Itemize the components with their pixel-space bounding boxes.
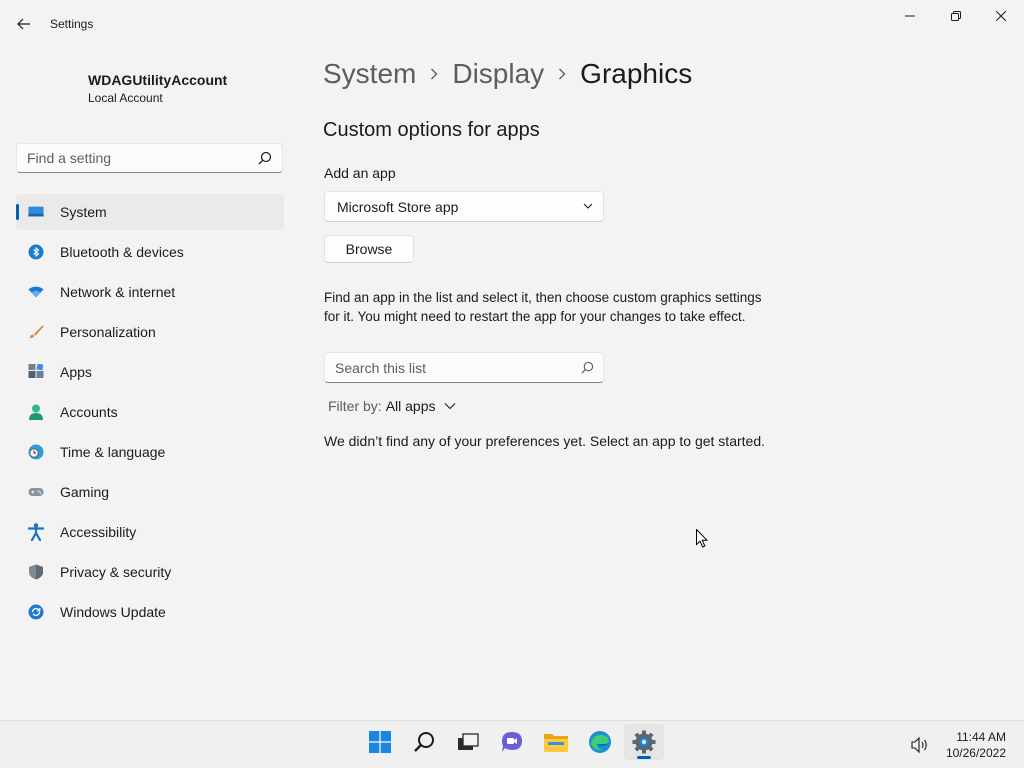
filter-dropdown[interactable]: Filter by: All apps: [328, 398, 456, 414]
apps-icon: [28, 364, 44, 380]
breadcrumb-graphics: Graphics: [580, 58, 693, 89]
breadcrumb-system[interactable]: System: [323, 58, 416, 90]
taskbar-chat-button[interactable]: [492, 724, 532, 760]
chevron-down-icon: [444, 403, 455, 410]
file-explorer-icon: [544, 734, 568, 752]
edge-icon: [589, 731, 611, 753]
sidebar-item-label: System: [60, 204, 107, 220]
taskbar-search-button[interactable]: [404, 724, 444, 760]
accounts-icon: [28, 404, 44, 420]
app-type-dropdown[interactable]: Microsoft Store app: [324, 191, 604, 222]
settings-search-box[interactable]: [16, 143, 283, 173]
sidebar-item-windows-update[interactable]: Windows Update: [16, 594, 284, 630]
taskbar-task-view-button[interactable]: [448, 724, 488, 760]
sidebar-item-gaming[interactable]: Gaming: [16, 474, 284, 510]
profile-name: WDAGUtilityAccount: [88, 72, 228, 88]
wifi-icon: [28, 284, 44, 300]
sidebar-item-label: Time & language: [60, 444, 166, 460]
add-app-label: Add an app: [324, 165, 396, 181]
volume-icon[interactable]: [910, 736, 930, 754]
sidebar-item-bluetooth-devices[interactable]: Bluetooth & devices: [16, 234, 284, 270]
minimize-icon: [905, 15, 915, 17]
filter-label: Filter by:: [328, 398, 382, 414]
sidebar-item-apps[interactable]: Apps: [16, 354, 284, 390]
sidebar-item-accessibility[interactable]: Accessibility: [16, 514, 284, 550]
sidebar-item-label: Accounts: [60, 404, 118, 420]
clock-time: 11:44 AM: [956, 730, 1006, 744]
sidebar-item-label: Apps: [60, 364, 92, 380]
sidebar-item-label: Personalization: [60, 324, 156, 340]
back-button[interactable]: [12, 10, 36, 38]
clock-date: 10/26/2022: [945, 746, 1006, 760]
sidebar-item-personalization[interactable]: Personalization: [16, 314, 284, 350]
taskbar-start-button[interactable]: [360, 724, 400, 760]
chevron-right-icon: [430, 68, 438, 80]
section-title: Custom options for apps: [323, 119, 540, 141]
filter-value: All apps: [385, 398, 436, 414]
close-button[interactable]: [978, 0, 1024, 32]
start-icon: [369, 731, 391, 753]
minimize-button[interactable]: [887, 0, 933, 32]
settings-gear-icon: [632, 730, 656, 754]
chevron-right-icon: [558, 68, 566, 80]
sidebar-item-label: Gaming: [60, 484, 110, 500]
breadcrumb: System Display Graphics: [323, 58, 692, 90]
taskbar-clock[interactable]: 11:44 AM 10/26/2022: [946, 729, 1006, 761]
sidebar-item-label: Network & internet: [60, 284, 176, 300]
sidebar-item-system[interactable]: System: [16, 194, 284, 230]
bluetooth-icon: [28, 244, 44, 260]
sidebar-item-time-language[interactable]: Time & language: [16, 434, 284, 470]
sidebar-item-label: Privacy & security: [60, 564, 172, 580]
app-list-search-box[interactable]: [324, 352, 604, 383]
chevron-down-icon: [583, 203, 593, 209]
breadcrumb-display[interactable]: Display: [452, 58, 544, 90]
taskbar-settings-button[interactable]: [624, 724, 664, 760]
sidebar-item-network-internet[interactable]: Network & internet: [16, 274, 284, 310]
task-view-icon: [458, 733, 479, 750]
active-app-indicator: [637, 756, 651, 759]
brush-icon: [28, 324, 44, 340]
taskbar-file-explorer-button[interactable]: [536, 724, 576, 760]
sidebar-item-label: Bluetooth & devices: [60, 244, 184, 260]
clock-globe-icon: [28, 444, 44, 460]
help-text: Find an app in the list and select it, t…: [324, 290, 762, 324]
update-icon: [28, 604, 44, 620]
back-arrow-icon: [17, 18, 30, 30]
search-icon: [414, 732, 434, 752]
sidebar-item-label: Windows Update: [60, 604, 166, 620]
app-type-selected-value: Microsoft Store app: [337, 198, 459, 215]
restore-icon: [951, 11, 961, 21]
sidebar-item-accounts[interactable]: Accounts: [16, 394, 284, 430]
window-title: Settings: [50, 17, 94, 31]
mouse-cursor-icon: [696, 529, 708, 548]
search-icon: [581, 361, 594, 374]
sidebar-item-privacy-security[interactable]: Privacy & security: [16, 554, 284, 590]
gamepad-icon: [28, 484, 44, 500]
search-icon: [258, 151, 272, 165]
restore-button[interactable]: [933, 0, 979, 32]
system-icon: [28, 204, 44, 220]
empty-preferences-message: We didn’t find any of your preferences y…: [324, 433, 765, 449]
sidebar-item-label: Accessibility: [60, 524, 137, 540]
profile-account-type: Local Account: [88, 91, 163, 105]
sidebar-nav: System Bluetooth & devices Network & int…: [16, 194, 284, 634]
title-bar: Settings: [0, 0, 1024, 48]
accessibility-icon: [28, 523, 44, 541]
taskbar-edge-button[interactable]: [580, 724, 620, 760]
app-list-search-input[interactable]: [325, 353, 603, 382]
browse-button[interactable]: Browse: [324, 235, 414, 263]
teams-chat-icon: [502, 732, 522, 752]
settings-search-input[interactable]: [17, 144, 282, 172]
shield-icon: [28, 564, 44, 580]
close-icon: [996, 11, 1006, 21]
